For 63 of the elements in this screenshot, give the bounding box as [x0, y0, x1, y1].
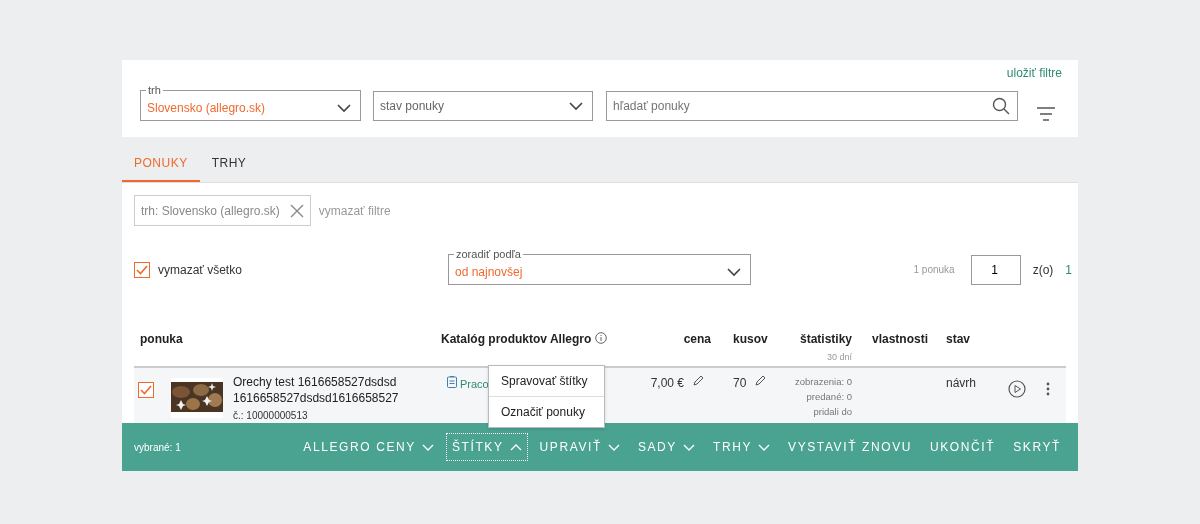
chevron-down-icon: [726, 265, 742, 279]
chevron-up-icon: [509, 442, 522, 452]
sort-select[interactable]: zoradiť podľa od najnovšej: [448, 248, 751, 285]
checkbox-label: vymazať všetko: [158, 261, 242, 279]
filter-chip[interactable]: trh: Slovensko (allegro.sk): [134, 195, 311, 226]
clear-filters-link[interactable]: vymazať filtre: [318, 201, 391, 220]
select-value: Slovensko (allegro.sk): [147, 100, 267, 117]
offer-title[interactable]: Orechy test 1616658527dsdsd 1616658527dsdsd1616658527: [233, 374, 413, 406]
chevron-down-icon: [607, 442, 620, 452]
save-filters-link[interactable]: uložiť filtre: [1006, 64, 1062, 82]
column-header: Katalóg produktov Allegro: [441, 332, 592, 346]
action-button[interactable]: VYSTAVIŤ ZNOVU: [783, 434, 917, 460]
chevron-down-icon: [758, 442, 771, 452]
action-button[interactable]: ALLEGRO CENY: [298, 434, 439, 460]
page-total: 1: [1065, 261, 1072, 279]
offer-count: 1 ponuka: [913, 263, 955, 277]
tab[interactable]: TRHY: [199, 154, 259, 182]
column-header: cena: [683, 332, 711, 346]
menu-item[interactable]: Spravovať štítky: [489, 366, 604, 396]
page-of-label: z(o): [1032, 261, 1054, 279]
action-button[interactable]: SADY: [632, 434, 700, 460]
filter-icon[interactable]: [1037, 107, 1055, 121]
pencil-icon[interactable]: [692, 374, 704, 386]
column-header: štatistiky: [799, 332, 852, 346]
quantity: 70: [733, 375, 747, 392]
menu-item[interactable]: Označiť ponuky: [489, 396, 604, 427]
stat-line: predané: 0: [805, 390, 852, 404]
column-header: stav: [946, 332, 971, 346]
column-header: vlastnosti: [872, 332, 928, 346]
price: 7,00 €: [650, 375, 684, 392]
stat-line: zobrazenia: 0: [793, 375, 852, 389]
chevron-down-icon: [682, 442, 695, 452]
row-checkbox[interactable]: [138, 382, 154, 398]
checkbox[interactable]: [134, 261, 150, 278]
market-select[interactable]: trh Slovensko (allegro.sk): [140, 84, 361, 121]
close-icon: [289, 203, 304, 218]
chevron-down-icon: [568, 99, 584, 113]
pencil-icon[interactable]: [754, 374, 767, 386]
offer-number: č.: 10000000513: [233, 409, 309, 423]
column-header: ponuka: [140, 332, 183, 346]
search-field[interactable]: hľadať ponuky: [606, 91, 1018, 121]
chevron-down-icon: [421, 442, 434, 452]
select-value: od najnovšej: [455, 264, 524, 281]
catalog-link[interactable]: Praco: [460, 376, 489, 393]
column-header: kusov: [733, 332, 768, 346]
action-button[interactable]: ŠTÍTKY: [446, 434, 527, 460]
chip-label: trh: Slovensko (allegro.sk): [141, 202, 280, 220]
page-input[interactable]: 1: [970, 254, 1021, 285]
action-button[interactable]: UKONČIŤ: [925, 434, 1001, 460]
status-select[interactable]: stav ponuky: [373, 91, 593, 121]
select-placeholder: stav ponuky: [380, 98, 446, 115]
selected-count: vybrané: 1: [134, 440, 181, 455]
chevron-down-icon: [336, 101, 352, 115]
document-icon: [447, 376, 457, 388]
action-button[interactable]: UPRAVIŤ: [534, 434, 625, 460]
action-button[interactable]: SKRYŤ: [1008, 434, 1066, 460]
action-button[interactable]: TRHY: [707, 434, 776, 460]
stat-line: pridali do: [812, 405, 852, 419]
play-icon[interactable]: [1008, 380, 1026, 398]
search-icon: [992, 97, 1010, 115]
more-icon[interactable]: [1046, 382, 1050, 396]
column-subtitle: 30 dní: [825, 351, 852, 364]
status-text: návrh: [946, 376, 977, 390]
